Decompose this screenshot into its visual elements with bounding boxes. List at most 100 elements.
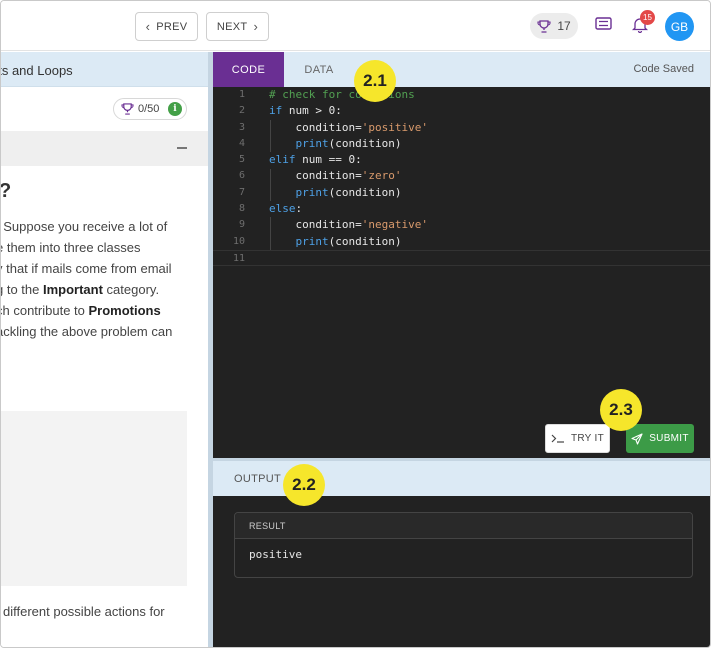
code-text: print(condition) [269,136,402,152]
line-number: 4 [238,137,245,149]
terminal-icon [551,434,564,443]
paragraph-line: g to the Important category. [1,279,208,300]
section-header[interactable] [1,131,208,166]
try-it-button[interactable]: TRY IT [545,424,610,453]
chevron-left-icon: ‹ [145,19,151,34]
code-text: condition='zero' [269,168,402,184]
next-label: NEXT [216,20,248,33]
collapse-icon[interactable] [177,147,187,149]
line-number: 8 [238,203,245,215]
lesson-title: nts and Loops [1,63,73,78]
code-token: 'positive' [361,120,428,134]
code-line[interactable]: 3 condition='positive' [213,120,710,136]
code-token: condition= [295,218,362,232]
save-status: Code Saved [633,63,694,75]
info-icon[interactable]: i [168,102,182,116]
output-label: OUTPUT [234,473,282,485]
line-text: g to the [1,282,40,297]
trophy-counter[interactable]: 17 [530,13,578,39]
line-text: category. [102,282,160,297]
code-token: print [295,185,329,199]
code-line[interactable]: 9 condition='negative' [213,217,710,233]
code-token: print [295,136,329,150]
send-icon [631,432,643,445]
result-box: RESULT positive [234,512,693,578]
line-number: 7 [238,186,245,198]
code-line[interactable]: 7 print(condition) [213,185,710,201]
code-line[interactable]: 11 [213,249,710,267]
avatar[interactable]: GB [665,12,694,41]
code-token: (condition) [328,136,402,150]
lesson-header: nts and Loops [1,52,208,87]
code-token: else [269,202,296,216]
code-line[interactable]: 5 elif num == 0: [213,152,710,168]
trophy-icon [121,103,134,115]
code-text: print(condition) [269,234,402,250]
code-line[interactable]: 4 print(condition) [213,136,710,152]
line-number: 9 [238,219,245,231]
code-text: condition='positive' [269,120,428,136]
tab-data[interactable]: DATA [284,52,354,87]
trophy-icon [537,19,551,33]
code-text: print(condition) [269,185,402,201]
code-token: (condition) [328,185,402,199]
paragraph-line: y that if mails come from email [1,258,208,279]
result-value: positive [249,548,302,561]
lesson-pane: nts and Loops 0/50 i ? . Suppose you rec… [1,52,208,647]
section-heading: ? [1,180,11,203]
code-token: 'negative' [361,218,428,232]
line-number: 11 [232,252,245,264]
indent-guide [270,119,271,153]
code-text: if num > 0: [269,103,342,119]
trophy-count: 17 [557,19,571,33]
code-token: (condition) [328,234,402,248]
code-token: print [295,234,329,248]
code-token: elif [269,153,296,167]
editor-tabs: CODE DATA Code Saved [213,52,710,87]
top-bar: ‹ PREV NEXT › 17 15 GB [1,1,710,51]
code-token: num == 0: [295,153,362,167]
code-line[interactable]: 2 if num > 0: [213,103,710,119]
lesson-paragraph: . Suppose you receive a lot of e them int… [1,216,208,342]
paragraph-line: ackling the above problem can [1,321,208,342]
app-window: ‹ PREV NEXT › 17 15 GB nts an [0,0,711,648]
code-token: : [295,202,303,216]
line-text: ackling the above problem can [1,324,173,339]
line-number: 10 [232,235,245,247]
line-number: 3 [238,121,245,133]
line-number: 2 [238,105,245,117]
line-text: ch contribute to [1,303,89,318]
submit-button[interactable]: SUBMIT [626,424,694,453]
code-line[interactable]: 8 else: [213,201,710,217]
code-token: num > 0: [282,104,342,118]
line-number: 5 [238,154,245,166]
bold-term: Important [42,282,103,297]
code-text: else: [269,201,302,217]
indent-guide [270,168,271,202]
content-block [1,411,187,586]
next-button[interactable]: NEXT › [206,12,269,41]
line-text: e them into three classes [1,240,141,255]
code-text: condition='negative' [269,217,428,233]
ticket-icon[interactable] [595,17,612,30]
code-token: condition= [295,120,362,134]
paragraph-line: e them into three classes [1,237,208,258]
result-header: RESULT [235,513,692,539]
line-number: 6 [238,170,245,182]
code-line[interactable]: 6 condition='zero' [213,168,710,184]
tab-code[interactable]: CODE [213,52,284,87]
callout-marker: 2.3 [600,389,642,431]
notification-badge: 15 [640,10,655,25]
paragraph-line: . Suppose you receive a lot of [1,216,208,237]
code-token: if [269,104,283,118]
score-pill[interactable]: 0/50 i [113,98,187,120]
prev-button[interactable]: ‹ PREV [135,12,198,41]
code-editor[interactable]: 1 # check for conditions 2 if num > 0: 3 con… [213,87,710,267]
code-line[interactable]: 10 print(condition) [213,234,710,250]
code-line[interactable]: 1 # check for conditions [213,87,710,103]
